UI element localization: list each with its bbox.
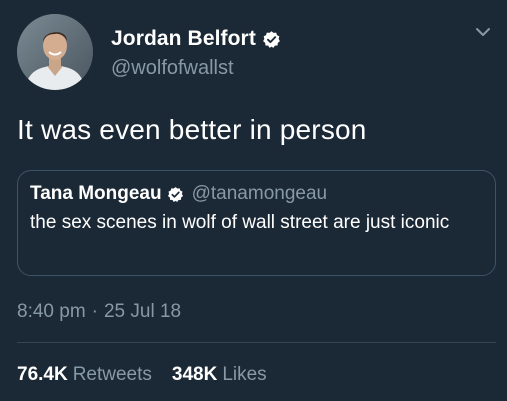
chevron-down-icon[interactable] <box>473 22 493 42</box>
likes-count: 348K <box>171 364 218 385</box>
retweets-count: 76.4K <box>17 364 68 385</box>
author-name-row[interactable]: Jordan Belfort <box>111 27 281 51</box>
tweet-stats: 76.4K Retweets 348K Likes <box>17 364 267 386</box>
retweets-stat[interactable]: 76.4K Retweets <box>17 364 152 386</box>
tweet-time: 8:40 pm <box>17 301 86 322</box>
retweets-label: Retweets <box>72 364 152 385</box>
verified-badge-icon <box>262 30 281 49</box>
tweet-timestamp[interactable]: 8:40 pm · 25 Jul 18 <box>17 301 181 323</box>
author-handle[interactable]: @wolfofwallst <box>111 57 234 80</box>
quoted-tweet-header: Tana Mongeau @tanamongeau <box>30 183 327 205</box>
tweet-date: 25 Jul 18 <box>103 301 182 322</box>
divider <box>17 342 496 343</box>
quoted-tweet-text: the sex scenes in wolf of wall street ar… <box>30 212 450 233</box>
tweet-card: Jordan Belfort @wolfofwallst It was even… <box>0 0 507 401</box>
avatar[interactable] <box>17 14 93 90</box>
author-display-name[interactable]: Jordan Belfort <box>111 27 256 51</box>
likes-stat[interactable]: 348K Likes <box>172 364 267 386</box>
timestamp-separator: · <box>91 301 98 322</box>
verified-badge-icon <box>167 186 184 203</box>
quoted-author-display-name: Tana Mongeau <box>30 183 162 204</box>
tweet-text: It was even better in person <box>17 114 367 145</box>
likes-label: Likes <box>222 364 267 385</box>
quoted-author-handle: @tanamongeau <box>191 183 328 204</box>
quoted-tweet[interactable]: Tana Mongeau @tanamongeau the sex scenes… <box>17 170 496 276</box>
